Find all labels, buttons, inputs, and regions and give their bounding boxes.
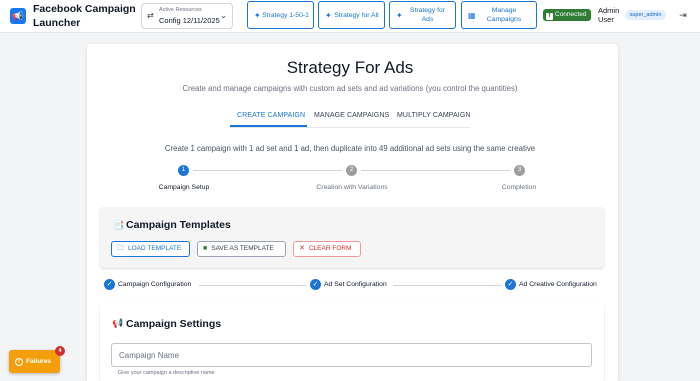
chevron-down-icon: ⌄ [220, 11, 227, 20]
load-template-button[interactable]: 🗀 LOAD TEMPLATE [111, 241, 190, 257]
strategy-description: Create 1 campaign with 1 ad set and 1 ad… [164, 144, 536, 153]
stepper-connector [193, 170, 342, 171]
tab-manage-campaigns[interactable]: MANAGE CAMPAIGNS [314, 112, 389, 119]
megaphone-icon: 📢 [10, 8, 26, 24]
alert-circle-icon: ! [15, 358, 23, 366]
tabs-divider [230, 127, 470, 128]
grid-icon: ▦ [468, 11, 476, 20]
close-icon: ✕ [299, 245, 305, 252]
swap-icon: ⇄ [147, 11, 154, 20]
failures-count-badge: 4 [55, 346, 65, 356]
check-circle-icon: ✓ [104, 279, 115, 290]
failures-label: Failures [26, 358, 51, 365]
logout-icon[interactable]: ⇥ [677, 9, 689, 21]
active-resources-label: Active Resources [159, 7, 202, 13]
sparkle-icon: ✦ [254, 11, 261, 20]
campaign-name-helper: Give your campaign a descriptive name [118, 370, 215, 376]
active-resources-value: Config 12/11/2025 [159, 16, 220, 25]
campaign-name-input[interactable] [111, 343, 592, 367]
top-app-bar: 📢 Facebook Campaign Launcher ⇄ Active Re… [0, 0, 700, 33]
nav-strategy-for-ads-button[interactable]: ✦ Strategy for Ads [389, 1, 456, 29]
load-template-label: LOAD TEMPLATE [128, 245, 182, 252]
connection-status-text: Connected [555, 11, 587, 18]
save-template-label: SAVE AS TEMPLATE [211, 245, 274, 252]
failures-button[interactable]: ! Failures [9, 350, 60, 373]
config-stepper-connector [393, 285, 501, 286]
user-name: Admin User [598, 6, 620, 24]
tab-create-campaign[interactable]: CREATE CAMPAIGN [237, 112, 305, 119]
campaign-settings-title: Campaign Settings [126, 318, 222, 330]
tab-multiply-campaign[interactable]: MULTIPLY CAMPAIGN [397, 112, 471, 119]
page-title: Strategy For Ads [286, 58, 414, 77]
step-3-indicator: 3 [514, 165, 525, 176]
step-2-label: Creation with Variations [316, 184, 388, 191]
config-step-campaign[interactable]: Campaign Configuration [118, 281, 191, 288]
nav-strategy-for-all-button[interactable]: ✦ Strategy for All [318, 1, 385, 29]
clear-form-button[interactable]: ✕ CLEAR FORM [293, 241, 361, 257]
app-title: Facebook Campaign Launcher [33, 3, 136, 29]
step-3-label: Completion [501, 184, 537, 191]
config-stepper-connector [199, 285, 306, 286]
megaphone-icon: 📢 [112, 318, 124, 328]
campaign-templates-panel [100, 207, 604, 268]
folder-icon: 🗀 [117, 245, 124, 252]
facebook-icon: f [546, 13, 553, 20]
step-1-label: Campaign Setup [158, 184, 210, 191]
step-2-indicator: 2 [346, 165, 357, 176]
save-icon: ■ [203, 245, 208, 252]
user-role-badge: super_admin [625, 10, 666, 20]
clear-form-label: CLEAR FORM [308, 245, 352, 252]
nav-strategy-1-50-1-button[interactable]: ✦ Strategy 1-50-1 [247, 1, 314, 29]
connection-status-badge: f Connected [543, 9, 591, 21]
check-circle-icon: ✓ [310, 279, 321, 290]
page-subtitle: Create and manage campaigns with custom … [182, 84, 518, 93]
active-tab-indicator [230, 125, 307, 127]
config-step-ad-creative[interactable]: Ad Creative Configuration [519, 281, 597, 288]
active-resources-selector[interactable]: ⇄ Active Resources Config 12/11/2025 ⌄ [141, 3, 233, 29]
check-circle-icon: ✓ [505, 279, 516, 290]
config-step-ad-set[interactable]: Ad Set Configuration [324, 281, 387, 288]
save-as-template-button[interactable]: ■ SAVE AS TEMPLATE [197, 241, 286, 257]
nav-manage-campaigns-button[interactable]: ▦ Manage Campaigns [461, 1, 537, 29]
clipboard-icon: 📑 [113, 220, 125, 230]
sparkle-icon: ✦ [325, 11, 332, 20]
step-1-indicator: 1 [178, 165, 189, 176]
templates-title: Campaign Templates [126, 219, 231, 231]
stepper-connector [361, 170, 510, 171]
sparkle-icon: ✦ [396, 11, 403, 20]
